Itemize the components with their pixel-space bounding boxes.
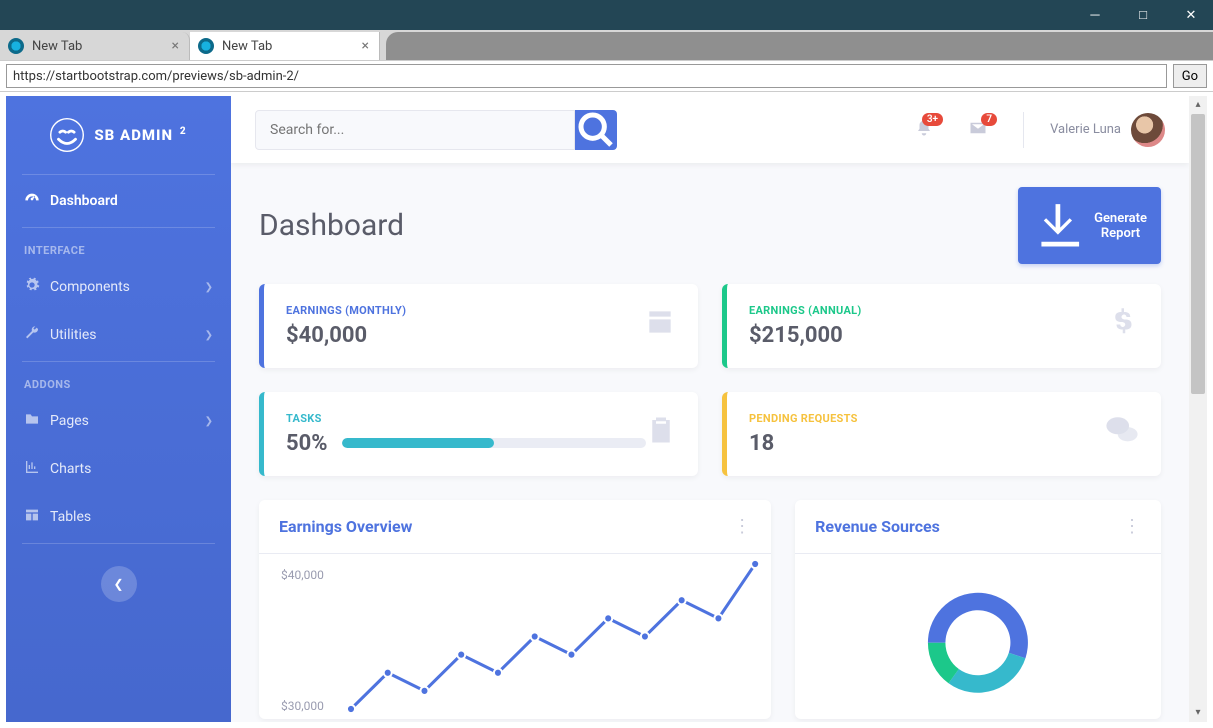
- wrench-icon: [24, 325, 40, 345]
- button-label: Generate Report: [1094, 211, 1147, 241]
- browser-tab[interactable]: New Tab ×: [0, 32, 190, 60]
- search-input[interactable]: [255, 110, 575, 150]
- alerts-button[interactable]: 3+: [905, 119, 943, 141]
- panel-title: Earnings Overview: [279, 517, 412, 536]
- calendar-icon: [644, 306, 676, 346]
- nav-label: Charts: [50, 461, 91, 477]
- sidebar-item-tables[interactable]: Tables: [6, 493, 231, 541]
- brand-logo-icon: [50, 118, 84, 152]
- brand-text: SB ADMIN 2: [94, 126, 186, 144]
- sidebar-item-pages[interactable]: Pages ❯: [6, 397, 231, 445]
- panel-title: Revenue Sources: [815, 517, 940, 536]
- scroll-down-icon[interactable]: ▾: [1189, 704, 1207, 722]
- chevron-right-icon: ❯: [205, 282, 213, 293]
- y-axis-labels: $40,000 $30,000: [281, 568, 341, 713]
- card-earnings-monthly: EARNINGS (MONTHLY) $40,000: [259, 284, 698, 368]
- favicon-icon: [8, 38, 24, 54]
- topbar: 3+ 7 Valerie Luna: [231, 96, 1189, 163]
- download-icon: [1032, 197, 1089, 254]
- line-chart: [351, 564, 755, 709]
- dollar-icon: [1109, 307, 1139, 345]
- nav-heading-interface: INTERFACE: [6, 230, 231, 263]
- page-title: Dashboard: [259, 208, 404, 243]
- card-earnings-annual: EARNINGS (ANNUAL) $215,000: [722, 284, 1161, 368]
- minimize-button[interactable]: ─: [1081, 7, 1109, 23]
- sidebar-toggle-button[interactable]: ❮: [101, 566, 137, 602]
- table-icon: [24, 507, 40, 527]
- sidebar-item-dashboard[interactable]: Dashboard: [6, 177, 231, 225]
- generate-report-button[interactable]: Generate Report: [1018, 187, 1161, 264]
- panel-menu-icon[interactable]: ⋮: [733, 516, 751, 537]
- card-tasks: TASKS 50%: [259, 392, 698, 476]
- card-label: EARNINGS (ANNUAL): [749, 304, 1109, 317]
- scroll-thumb[interactable]: [1191, 114, 1205, 394]
- nav-heading-addons: ADDONS: [6, 364, 231, 397]
- address-bar: Go: [0, 60, 1213, 92]
- tab-title: New Tab: [222, 39, 272, 54]
- close-window-button[interactable]: ✕: [1177, 8, 1205, 23]
- sidebar-item-utilities[interactable]: Utilities ❯: [6, 311, 231, 359]
- sidebar: SB ADMIN 2 Dashboard INTERFACE Component…: [6, 96, 231, 722]
- card-label: PENDING REQUESTS: [749, 412, 1105, 425]
- panel-revenue-sources: Revenue Sources ⋮: [795, 500, 1161, 719]
- tab-spacer: [386, 32, 1213, 60]
- url-input[interactable]: [6, 64, 1167, 88]
- search-button[interactable]: [575, 110, 617, 150]
- scrollbar[interactable]: ▴ ▾: [1189, 96, 1207, 722]
- card-label: TASKS: [286, 412, 646, 425]
- nav-label: Dashboard: [50, 193, 118, 209]
- alerts-badge: 3+: [922, 113, 943, 126]
- topbar-divider: [1023, 112, 1024, 148]
- progress-bar: [342, 438, 646, 448]
- favicon-icon: [198, 38, 214, 54]
- folder-icon: [24, 411, 40, 431]
- go-button[interactable]: Go: [1173, 64, 1207, 88]
- tachometer-icon: [24, 191, 40, 211]
- browser-tabbar: New Tab × New Tab ×: [0, 30, 1213, 60]
- card-value: 18: [749, 431, 1105, 456]
- chevron-right-icon: ❯: [205, 330, 213, 341]
- nav-label: Tables: [50, 509, 91, 525]
- brand[interactable]: SB ADMIN 2: [6, 100, 231, 172]
- clipboard-icon: [646, 415, 676, 453]
- panel-earnings-overview: Earnings Overview ⋮ $40,000 $30,000: [259, 500, 771, 719]
- card-value: $40,000: [286, 323, 644, 348]
- chevron-left-icon: ❮: [113, 577, 123, 591]
- nav-label: Utilities: [50, 327, 97, 343]
- comments-icon: [1105, 413, 1139, 455]
- donut-chart: [795, 554, 1161, 719]
- avatar: [1131, 113, 1165, 147]
- nav-label: Components: [50, 279, 130, 295]
- card-value: 50%: [286, 431, 328, 456]
- chevron-right-icon: ❯: [205, 416, 213, 427]
- scroll-up-icon[interactable]: ▴: [1189, 96, 1207, 114]
- search-icon: [575, 110, 617, 150]
- gear-icon: [24, 277, 40, 297]
- maximize-button[interactable]: □: [1129, 7, 1157, 23]
- username: Valerie Luna: [1050, 122, 1121, 137]
- close-tab-icon[interactable]: ×: [172, 38, 179, 54]
- close-tab-icon[interactable]: ×: [362, 38, 369, 54]
- card-value: $215,000: [749, 323, 1109, 348]
- card-pending-requests: PENDING REQUESTS 18: [722, 392, 1161, 476]
- messages-button[interactable]: 7: [959, 119, 997, 141]
- card-label: EARNINGS (MONTHLY): [286, 304, 644, 317]
- window-titlebar: ─ □ ✕: [0, 0, 1213, 30]
- chart-icon: [24, 459, 40, 479]
- sidebar-item-components[interactable]: Components ❯: [6, 263, 231, 311]
- browser-tab-active[interactable]: New Tab ×: [190, 32, 380, 60]
- tab-title: New Tab: [32, 39, 82, 54]
- nav-label: Pages: [50, 413, 89, 429]
- user-menu[interactable]: Valerie Luna: [1050, 113, 1165, 147]
- sidebar-item-charts[interactable]: Charts: [6, 445, 231, 493]
- panel-menu-icon[interactable]: ⋮: [1123, 516, 1141, 537]
- messages-badge: 7: [981, 113, 997, 126]
